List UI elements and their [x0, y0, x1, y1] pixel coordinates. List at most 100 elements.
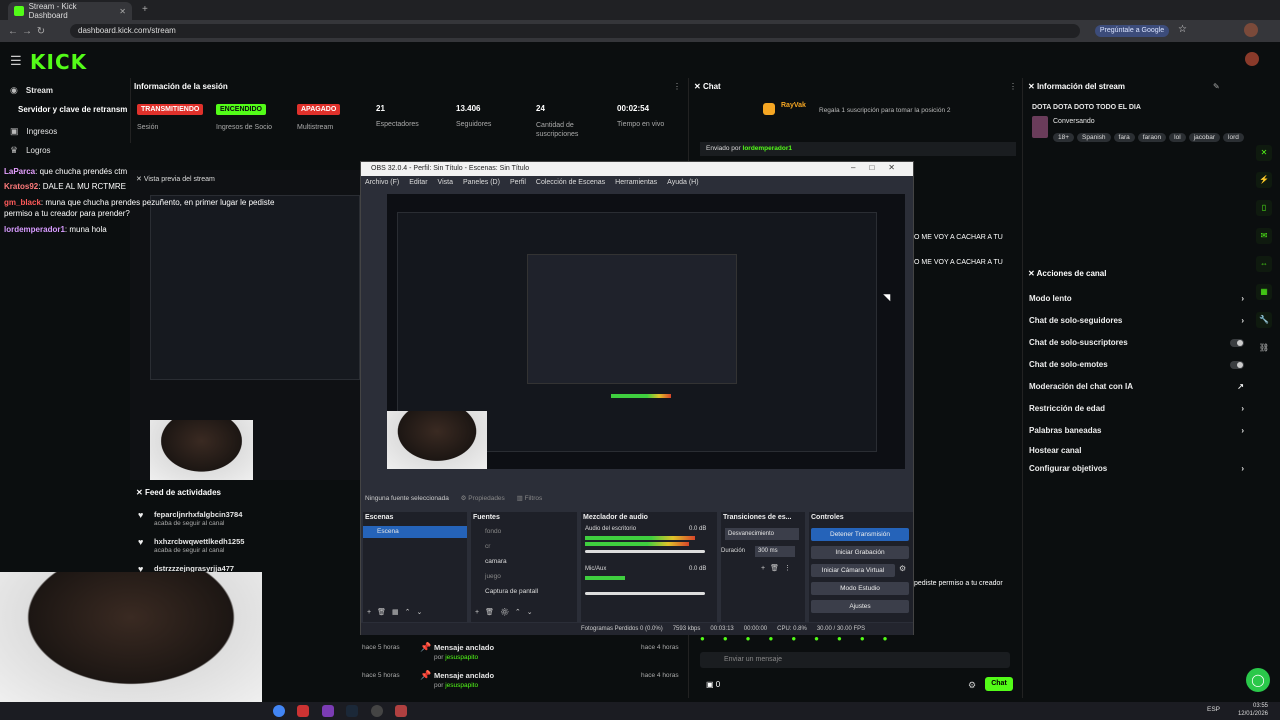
- action-subscribers-only[interactable]: Chat de solo-suscriptores: [1029, 338, 1244, 347]
- pinned-title[interactable]: Mensaje anclado: [434, 643, 494, 652]
- activity-user[interactable]: hxhzrcbwqwettlkedh1255: [154, 537, 244, 546]
- action-configure-goals[interactable]: Configurar objetivos ›: [1029, 464, 1244, 473]
- sidebar-subitem-server[interactable]: Servidor y clave de retransm: [18, 105, 130, 114]
- more-options-icon[interactable]: ⋮: [673, 82, 681, 91]
- rail-code-icon[interactable]: ⇔: [1256, 256, 1272, 272]
- source-item[interactable]: fondo: [485, 528, 501, 535]
- forward-icon[interactable]: →: [20, 24, 34, 38]
- action-followers-only[interactable]: Chat de solo-seguidores ›: [1029, 316, 1244, 325]
- action-age-restriction[interactable]: Restricción de edad ›: [1029, 404, 1244, 413]
- menu-vista[interactable]: Vista: [438, 176, 453, 190]
- new-tab-icon[interactable]: +: [142, 4, 148, 15]
- viewer-icon: ▣ 0: [706, 680, 721, 689]
- source-item[interactable]: Captura de pantall: [485, 588, 538, 595]
- duration-input[interactable]: 300 ms: [755, 546, 795, 557]
- os-taskbar: [0, 702, 1280, 720]
- properties-button[interactable]: ⚙ Propiedades: [461, 495, 505, 502]
- menu-ayuda[interactable]: Ayuda (H): [667, 176, 698, 190]
- action-banned-words[interactable]: Palabras baneadas ›: [1029, 426, 1244, 435]
- window-controls[interactable]: –□✕: [851, 163, 909, 172]
- heart-icon: ♥: [138, 537, 144, 547]
- trophy-icon: ♛: [10, 145, 19, 155]
- close-tab-icon[interactable]: ✕: [119, 7, 126, 16]
- filters-button[interactable]: ▥ Filtros: [517, 495, 543, 502]
- stop-stream-button[interactable]: Detener Transmisión: [811, 528, 909, 541]
- sidebar-item-logros[interactable]: ♛ Logros: [10, 145, 51, 156]
- sidebar-item-ingresos[interactable]: ▣ Ingresos: [10, 126, 57, 137]
- app-icon[interactable]: [395, 705, 407, 717]
- preview-video: [150, 195, 360, 380]
- volume-slider[interactable]: [585, 550, 705, 553]
- user-avatar[interactable]: [1245, 52, 1259, 66]
- actions-collapse-icon: ✕: [1028, 269, 1037, 278]
- profile-avatar[interactable]: [1244, 23, 1258, 37]
- time-label: hace 4 horas: [641, 672, 679, 679]
- ask-google-button[interactable]: Pregúntale a Google: [1095, 25, 1169, 37]
- action-slow-mode[interactable]: Modo lento ›: [1029, 294, 1244, 303]
- chat-options-icon[interactable]: ⋮: [1009, 82, 1017, 91]
- streamer-webcam: [0, 572, 262, 702]
- source-toolbar[interactable]: +🗑⚙⌃⌄: [475, 608, 539, 616]
- source-item[interactable]: camara: [485, 558, 507, 565]
- start-recording-button[interactable]: Iniciar Grabación: [811, 546, 909, 559]
- brave-icon[interactable]: [297, 705, 309, 717]
- twitch-icon[interactable]: [322, 705, 334, 717]
- source-item[interactable]: cr: [485, 543, 490, 550]
- back-icon[interactable]: ←: [6, 24, 20, 38]
- menu-editar[interactable]: Editar: [409, 176, 427, 190]
- tag-list: 18+ Spanish fara faraon lol jacobar lord: [1053, 130, 1247, 142]
- gear-icon[interactable]: ⚙: [899, 564, 906, 573]
- reload-icon[interactable]: ↻: [34, 24, 48, 38]
- source-item[interactable]: juego: [485, 573, 501, 580]
- virtual-camera-button[interactable]: Iniciar Cámara Virtual: [811, 564, 895, 577]
- scene-toolbar[interactable]: +🗑▦⌃⌄: [367, 608, 428, 616]
- floating-help-icon[interactable]: ◯: [1246, 668, 1270, 692]
- category-name[interactable]: Conversando: [1053, 118, 1095, 125]
- steam-icon[interactable]: [346, 705, 358, 717]
- overlay-chat-line: lordemperador1: muna hola: [4, 225, 107, 234]
- scene-item[interactable]: Escena: [363, 526, 467, 538]
- menu-herramientas[interactable]: Herramientas: [615, 176, 657, 190]
- settings-icon[interactable]: ⚙: [968, 680, 976, 691]
- kick-logo[interactable]: KICK: [30, 50, 87, 74]
- rail-chat-icon[interactable]: ✉: [1256, 228, 1272, 244]
- settings-button[interactable]: Ajustes: [811, 600, 909, 613]
- rail-page-icon[interactable]: ▯: [1256, 200, 1272, 216]
- star-icon[interactable]: ☆: [1178, 24, 1187, 35]
- pinned-title[interactable]: Mensaje anclado: [434, 671, 494, 680]
- studio-mode-button[interactable]: Modo Estudio: [811, 582, 909, 595]
- gift-user[interactable]: RayVak: [781, 102, 806, 109]
- clock[interactable]: 03:55 12/01/2026: [1228, 702, 1268, 718]
- browser-tab[interactable]: Stream - Kick Dashboard ✕: [8, 2, 132, 20]
- chat-send-button[interactable]: Chat: [985, 677, 1013, 691]
- menu-icon[interactable]: ☰: [10, 53, 22, 69]
- menu-perfil[interactable]: Perfil: [510, 176, 526, 190]
- rail-grid-icon[interactable]: ▦: [1256, 284, 1272, 300]
- chrome-icon[interactable]: [273, 705, 285, 717]
- emote-bar[interactable]: ●●●●●●●●●: [700, 634, 1015, 646]
- pinned-by: por jesuspapito: [434, 682, 479, 689]
- rail-wrench-icon[interactable]: 🔧: [1256, 312, 1272, 328]
- pinned-by: por jesuspapito: [434, 654, 479, 661]
- obs-icon[interactable]: [371, 705, 383, 717]
- menu-escenas[interactable]: Colección de Escenas: [536, 176, 605, 190]
- menu-archivo[interactable]: Archivo (F): [365, 176, 399, 190]
- obs-window: OBS 32.0.4 - Perfil: Sin Título - Escena…: [360, 161, 914, 635]
- language-indicator[interactable]: ESP: [1207, 706, 1220, 713]
- nested-obs-window: [527, 254, 737, 384]
- activity-user[interactable]: feparcljnrhxfalgbcin3784: [154, 510, 242, 519]
- rail-link-icon[interactable]: ⛓: [1256, 340, 1272, 356]
- volume-slider[interactable]: [585, 592, 705, 595]
- url-input[interactable]: dashboard.kick.com/stream: [70, 24, 1080, 38]
- transition-toolbar[interactable]: +🗑⋮: [761, 564, 796, 572]
- action-host-channel[interactable]: Hostear canal: [1029, 446, 1244, 455]
- menu-paneles[interactable]: Paneles (D): [463, 176, 500, 190]
- rail-close-icon[interactable]: ✕: [1256, 145, 1272, 161]
- obs-title-bar: OBS 32.0.4 - Perfil: Sin Título - Escena…: [361, 162, 913, 176]
- sidebar-item-stream[interactable]: ◉ Stream: [10, 85, 53, 96]
- action-emotes-only[interactable]: Chat de solo-emotes: [1029, 360, 1244, 369]
- edit-icon[interactable]: ✎: [1213, 82, 1220, 91]
- rail-bolt-icon[interactable]: ⚡: [1256, 172, 1272, 188]
- action-ai-moderation[interactable]: Moderación del chat con IA ↗: [1029, 382, 1244, 391]
- transition-select[interactable]: Desvanecimiento: [725, 528, 799, 540]
